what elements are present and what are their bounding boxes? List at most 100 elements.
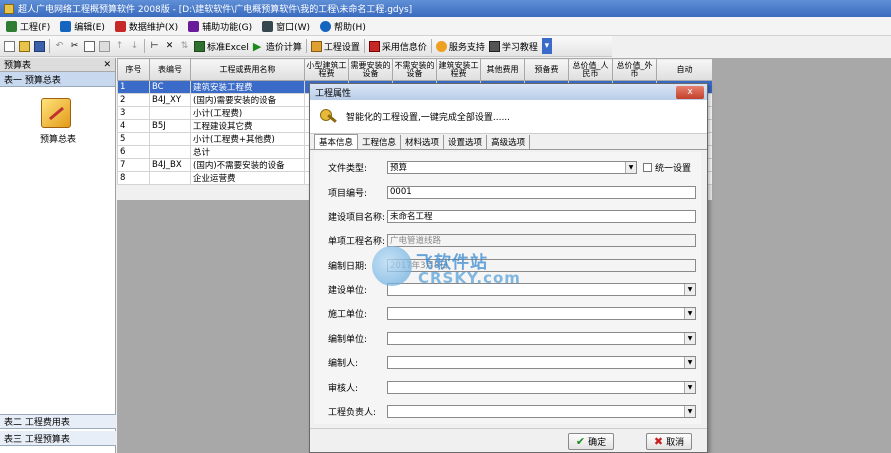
delete-button[interactable]: ✕ bbox=[164, 41, 175, 52]
copy-button[interactable] bbox=[84, 40, 95, 52]
chevron-down-icon: ▼ bbox=[684, 307, 695, 319]
tab-material-options[interactable]: 材料选项 bbox=[401, 135, 445, 149]
play-icon: ▶ bbox=[252, 39, 262, 53]
prepare-unit-select[interactable]: ▼ bbox=[387, 331, 696, 345]
column-header[interactable]: 预备费 bbox=[524, 58, 569, 81]
column-header[interactable]: 小型建筑工程费 bbox=[304, 58, 349, 81]
sort-button[interactable]: ⇅ bbox=[179, 41, 190, 52]
tab-budget-summary[interactable]: 表一 预算总表 bbox=[0, 72, 115, 87]
dialog-title: 工程属性 bbox=[315, 88, 352, 99]
watermark: 飞软件站 CRSKY.com bbox=[372, 242, 532, 288]
dialog-close-button[interactable]: x bbox=[676, 85, 704, 99]
manager-select[interactable]: ▼ bbox=[387, 404, 696, 418]
menu-data[interactable]: 数据维护(X) bbox=[114, 20, 178, 33]
check-icon: ✔ bbox=[575, 435, 586, 448]
construct-unit-select[interactable]: ▼ bbox=[387, 306, 696, 320]
chevron-down-icon: ▼ bbox=[684, 356, 695, 368]
paste-icon bbox=[99, 40, 110, 52]
close-icon[interactable]: ✕ bbox=[103, 60, 111, 70]
project-no-row: 项目编号: 0001 bbox=[328, 185, 696, 199]
column-header[interactable]: 需要安装的设备 bbox=[348, 58, 393, 81]
manager-row: 工程负责人: ▼ bbox=[328, 404, 696, 418]
preparer-select[interactable]: ▼ bbox=[387, 355, 696, 369]
open-button[interactable] bbox=[19, 40, 30, 52]
toolbar-separator bbox=[144, 39, 145, 53]
dialog-footer: ✔ 确定 ✖ 取消 bbox=[310, 428, 707, 452]
new-file-icon bbox=[4, 40, 15, 52]
insert-button[interactable]: ⊢ bbox=[149, 41, 160, 52]
construct-unit-row: 施工单位: ▼ bbox=[328, 306, 696, 320]
new-button[interactable] bbox=[4, 40, 15, 52]
workspace-background bbox=[712, 58, 891, 453]
undo-button[interactable]: ↶ bbox=[54, 41, 65, 52]
reviewer-select[interactable]: ▼ bbox=[387, 380, 696, 394]
toolbar: ↶ ✂ ↑ ↓ ⊢ ✕ ⇅ 标准Excel ▶ 造价计算 工程设置 采用信息价 服… bbox=[0, 36, 612, 57]
excel-icon bbox=[194, 40, 205, 52]
tools-icon bbox=[188, 20, 200, 32]
column-header[interactable]: 工程或费用名称 bbox=[190, 58, 305, 81]
settings-icon bbox=[310, 40, 322, 52]
column-header[interactable]: 其他费用 bbox=[480, 58, 525, 81]
price-icon bbox=[368, 40, 380, 52]
tab-advanced-options[interactable]: 高级选项 bbox=[487, 135, 531, 149]
project-icon bbox=[6, 20, 17, 32]
left-panel: 预算表 ✕ 表一 预算总表 预算总表 表二 工程费用表 表三 工程预算表 bbox=[0, 58, 116, 453]
calc-button[interactable]: ▶ 造价计算 bbox=[253, 40, 302, 53]
build-name-input[interactable]: 未命名工程 bbox=[387, 209, 696, 223]
preparer-row: 编制人: ▼ bbox=[328, 355, 696, 369]
column-header[interactable]: 总价值_外币 bbox=[612, 58, 657, 81]
tutorial-icon bbox=[488, 40, 500, 52]
app-icon bbox=[4, 3, 14, 14]
column-header[interactable]: 不需安装的设备 bbox=[392, 58, 437, 81]
column-header[interactable]: 表编号 bbox=[149, 58, 191, 81]
menu-window[interactable]: 窗口(W) bbox=[262, 20, 310, 33]
cut-icon: ✂ bbox=[70, 40, 79, 51]
chevron-down-icon: ▼ bbox=[684, 332, 695, 344]
cross-icon: ✖ bbox=[653, 435, 664, 448]
cut-button[interactable]: ✂ bbox=[69, 41, 80, 52]
menu-tools[interactable]: 辅助功能(G) bbox=[188, 20, 252, 33]
toolbar-separator bbox=[305, 39, 307, 53]
menu-project[interactable]: 工程(F) bbox=[6, 20, 50, 33]
title-bar: 超人广电网络工程概预算软件 2008版 - [D:\建软软件\广电概预算软件\我… bbox=[0, 0, 891, 17]
tab-project-budget[interactable]: 表三 工程预算表 bbox=[0, 431, 116, 446]
project-no-input[interactable]: 0001 bbox=[387, 185, 696, 199]
project-settings-button[interactable]: 工程设置 bbox=[310, 40, 360, 53]
move-up-button[interactable]: ↑ bbox=[114, 41, 125, 52]
chevron-down-icon: ▼ bbox=[684, 405, 695, 417]
tab-setting-options[interactable]: 设置选项 bbox=[444, 135, 488, 149]
info-price-button[interactable]: 采用信息价 bbox=[368, 40, 427, 53]
dialog-tabs: 基本信息 工程信息 材料选项 设置选项 高级选项 bbox=[310, 134, 707, 150]
paste-button[interactable] bbox=[99, 40, 110, 52]
cancel-button[interactable]: ✖ 取消 bbox=[646, 433, 692, 450]
support-button[interactable]: 服务支持 bbox=[435, 40, 485, 53]
file-type-select[interactable]: 预算 ▼ bbox=[387, 160, 637, 174]
toolbar-separator bbox=[363, 39, 365, 53]
column-header[interactable]: 建筑安装工程费 bbox=[436, 58, 481, 81]
dialog-body: 文件类型: 预算 ▼ 统一设置 项目编号: 0001 建设项目名称: 未命名工程… bbox=[314, 152, 701, 424]
save-button[interactable] bbox=[34, 40, 45, 52]
toolbar-separator bbox=[430, 39, 432, 53]
column-header[interactable]: 序号 bbox=[117, 58, 150, 81]
tab-basic-info[interactable]: 基本信息 bbox=[314, 134, 359, 149]
excel-button[interactable]: 标准Excel bbox=[194, 40, 249, 53]
column-header[interactable]: 总价值_人民币 bbox=[568, 58, 613, 81]
tutorial-button[interactable]: 学习教程 bbox=[488, 40, 538, 53]
window-title: 超人广电网络工程概预算软件 2008版 - [D:\建软软件\广电概预算软件\我… bbox=[18, 5, 413, 15]
menu-edit[interactable]: 编辑(E) bbox=[60, 20, 105, 33]
data-icon bbox=[114, 20, 126, 32]
chevron-down-icon: ▼ bbox=[684, 381, 695, 393]
unify-settings-checkbox[interactable] bbox=[643, 162, 652, 172]
menu-help[interactable]: 帮助(H) bbox=[320, 20, 366, 33]
reviewer-row: 审核人: ▼ bbox=[328, 380, 696, 394]
folder-icon bbox=[19, 40, 30, 52]
ok-button[interactable]: ✔ 确定 bbox=[568, 433, 614, 450]
build-name-row: 建设项目名称: 未命名工程 bbox=[328, 209, 696, 223]
insert-row-icon: ⊢ bbox=[150, 40, 159, 51]
budget-summary-icon[interactable] bbox=[41, 98, 71, 128]
tab-cost-table[interactable]: 表二 工程费用表 bbox=[0, 414, 116, 429]
column-header[interactable]: 自动 bbox=[656, 58, 713, 81]
toolbar-overflow[interactable]: ▾ bbox=[541, 38, 552, 54]
tab-project-info[interactable]: 工程信息 bbox=[358, 135, 402, 149]
move-down-button[interactable]: ↓ bbox=[129, 41, 140, 52]
